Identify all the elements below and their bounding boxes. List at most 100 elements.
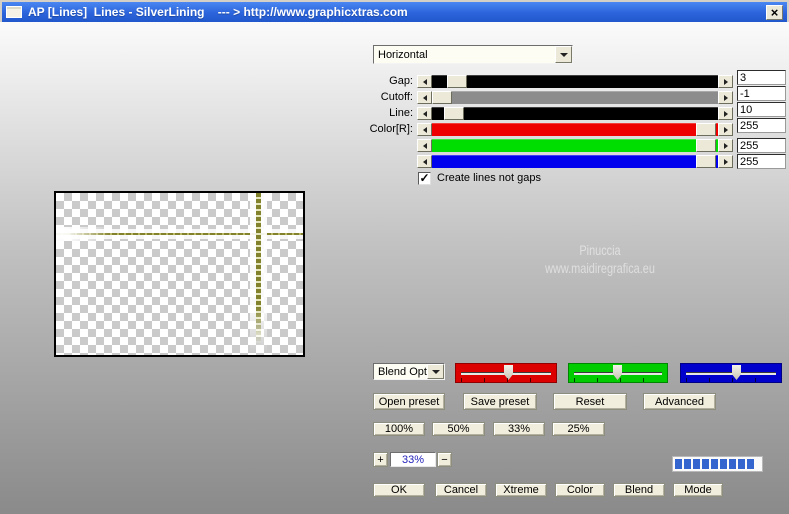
slider-right-arrow-button[interactable] (718, 107, 733, 120)
preview-pane[interactable] (54, 191, 305, 357)
color-red-slider[interactable] (417, 123, 733, 136)
color-button[interactable]: Color (555, 483, 605, 497)
slider-left-arrow-button[interactable] (417, 155, 432, 168)
slider-thumb[interactable] (696, 139, 716, 152)
zoom-out-button[interactable]: − (437, 452, 452, 467)
plugin-window: AP [Lines] Lines - SilverLining --- > ht… (0, 0, 789, 514)
blend-options-select[interactable]: Blend Opti (373, 363, 445, 380)
zoom-100-button[interactable]: 100% (373, 422, 425, 436)
slider-thumb[interactable] (447, 75, 467, 88)
mixer-groove (686, 372, 776, 375)
right-arrow-icon (723, 94, 728, 101)
zoom-level-display: 33% (390, 452, 436, 467)
mode-select-value: Horizontal (378, 48, 428, 61)
right-arrow-icon (723, 142, 728, 149)
window-title: AP [Lines] Lines - SilverLining --- > ht… (28, 5, 408, 19)
left-arrow-icon (422, 158, 427, 165)
progress-segment (675, 459, 682, 469)
create-lines-checkbox[interactable]: ✓ (418, 172, 431, 185)
close-button[interactable]: × (766, 4, 783, 20)
dialog-body: Horizontal Gap: Cutoff: Line: Color[R]: (0, 22, 789, 514)
red-channel-mixer[interactable] (455, 363, 557, 383)
slider-track[interactable] (432, 91, 718, 104)
blue-channel-mixer[interactable] (680, 363, 782, 383)
line-value-field[interactable] (737, 102, 786, 117)
green-value-field[interactable] (737, 138, 786, 153)
gap-value-field[interactable] (737, 70, 786, 85)
zoom-33-button[interactable]: 33% (493, 422, 545, 436)
cutoff-slider[interactable] (417, 91, 733, 104)
slider-left-arrow-button[interactable] (417, 139, 432, 152)
progress-segment (720, 459, 727, 469)
color-r-label: Color[R]: (369, 123, 413, 135)
progress-segment (684, 459, 691, 469)
open-preset-button[interactable]: Open preset (373, 393, 445, 410)
gap-label: Gap: (389, 75, 413, 87)
slider-thumb[interactable] (696, 123, 716, 136)
advanced-button[interactable]: Advanced (643, 393, 716, 410)
blend-options-dropdown-button[interactable] (427, 364, 444, 379)
slider-left-arrow-button[interactable] (417, 91, 432, 104)
blend-button[interactable]: Blend (613, 483, 665, 497)
left-arrow-icon (422, 78, 427, 85)
slider-thumb[interactable] (696, 155, 716, 168)
cutoff-value-field[interactable] (737, 86, 786, 101)
zoom-50-button[interactable]: 50% (432, 422, 485, 436)
slider-track[interactable] (432, 123, 718, 136)
right-arrow-icon (723, 158, 728, 165)
mode-select-dropdown-button[interactable] (555, 46, 572, 63)
slider-right-arrow-button[interactable] (718, 75, 733, 88)
right-arrow-icon (723, 126, 728, 133)
left-arrow-icon (422, 110, 427, 117)
window-icon (6, 6, 22, 18)
green-channel-mixer[interactable] (568, 363, 668, 383)
chevron-down-icon (559, 52, 568, 57)
mode-select[interactable]: Horizontal (373, 45, 573, 64)
blue-value-field[interactable] (737, 154, 786, 169)
ok-button[interactable]: OK (373, 483, 425, 497)
mixer-ticks (574, 378, 664, 382)
color-blue-slider[interactable] (417, 155, 733, 168)
slider-thumb[interactable] (432, 91, 452, 104)
right-arrow-icon (723, 110, 728, 117)
progress-segment (702, 459, 709, 469)
slider-right-arrow-button[interactable] (718, 155, 733, 168)
slider-right-arrow-button[interactable] (718, 91, 733, 104)
slider-left-arrow-button[interactable] (417, 107, 432, 120)
right-arrow-icon (723, 78, 728, 85)
slider-left-arrow-button[interactable] (417, 123, 432, 136)
xtreme-button[interactable]: Xtreme (495, 483, 547, 497)
progress-segment (711, 459, 718, 469)
preview-horizontal-fade (56, 227, 111, 241)
watermark-line1: Pinuccia (579, 242, 621, 258)
slider-track[interactable] (432, 75, 718, 88)
slider-track[interactable] (432, 107, 718, 120)
slider-right-arrow-button[interactable] (718, 123, 733, 136)
progress-bar (672, 456, 763, 472)
save-preset-button[interactable]: Save preset (463, 393, 537, 410)
mixer-ticks (461, 378, 553, 382)
slider-left-arrow-button[interactable] (417, 75, 432, 88)
color-green-slider[interactable] (417, 139, 733, 152)
reset-button[interactable]: Reset (553, 393, 627, 410)
gap-slider[interactable] (417, 75, 733, 88)
left-arrow-icon (422, 126, 427, 133)
cutoff-label: Cutoff: (380, 91, 413, 103)
checkmark-icon: ✓ (419, 170, 430, 185)
zoom-in-button[interactable]: + (373, 452, 388, 467)
title-bar[interactable]: AP [Lines] Lines - SilverLining --- > ht… (2, 2, 787, 22)
progress-segment (729, 459, 736, 469)
progress-segment (747, 459, 754, 469)
slider-track[interactable] (432, 139, 718, 152)
slider-track[interactable] (432, 155, 718, 168)
left-arrow-icon (422, 94, 427, 101)
zoom-25-button[interactable]: 25% (552, 422, 605, 436)
mode-button[interactable]: Mode (673, 483, 723, 497)
slider-thumb[interactable] (444, 107, 464, 120)
cancel-button[interactable]: Cancel (435, 483, 487, 497)
watermark: Pinuccia www.maidiregrafica.eu (522, 241, 678, 277)
red-value-field[interactable] (737, 118, 786, 133)
slider-right-arrow-button[interactable] (718, 139, 733, 152)
line-slider[interactable] (417, 107, 733, 120)
blend-options-value: Blend Opti (378, 365, 427, 378)
